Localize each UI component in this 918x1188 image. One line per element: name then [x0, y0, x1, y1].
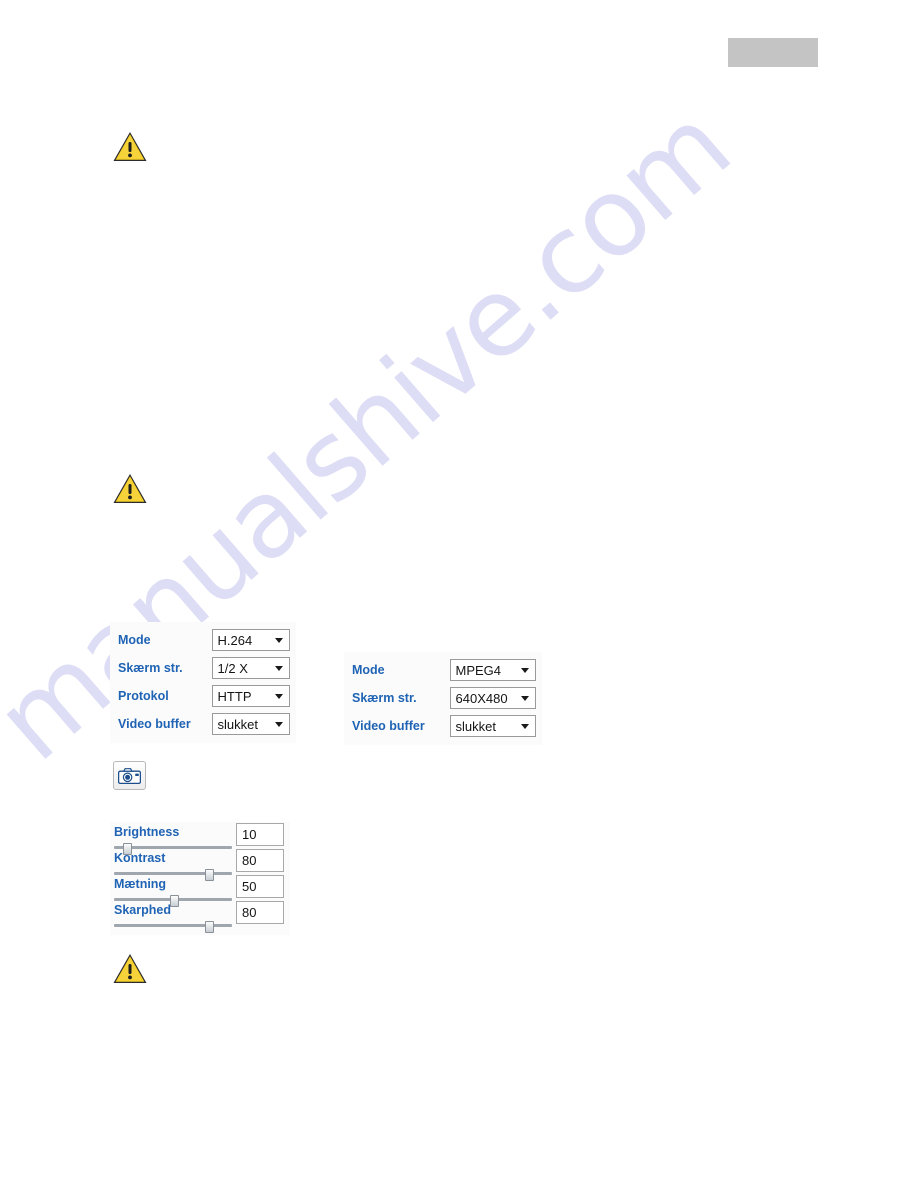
chevron-down-icon [275, 694, 283, 699]
row-label: Mode [352, 663, 385, 677]
settings-row: Mode H.264 [114, 626, 290, 654]
screen-size-select[interactable]: 640X480 [449, 687, 536, 709]
settings-row: Skærm str. 640X480 [348, 684, 536, 712]
contrast-label: Kontrast [114, 851, 166, 865]
chevron-down-icon [275, 666, 283, 671]
video-buffer-select[interactable]: slukket [211, 713, 290, 735]
warning-triangle-icon [112, 130, 148, 163]
mode-select[interactable]: H.264 [211, 629, 290, 651]
adjust-row: Skarphed 80 [110, 901, 290, 933]
chevron-down-icon [521, 724, 529, 729]
select-value: slukket [455, 718, 496, 734]
select-value: 1/2 X [217, 660, 248, 676]
contrast-value[interactable]: 80 [236, 849, 284, 872]
settings-row: Protokol HTTP [114, 682, 290, 710]
slider-thumb[interactable] [205, 921, 215, 933]
protocol-select[interactable]: HTTP [211, 685, 290, 707]
saturation-value[interactable]: 50 [236, 875, 284, 898]
chevron-down-icon [275, 722, 283, 727]
adjust-row: Kontrast 80 [110, 849, 290, 881]
warning-triangle-icon [112, 952, 148, 985]
site-watermark: manualshive.com [0, 0, 918, 1188]
select-value: slukket [217, 716, 259, 732]
sharpness-label: Skarphed [114, 903, 171, 917]
header-placeholder-block [728, 38, 818, 67]
adjust-row: Brightness 10 [110, 823, 290, 855]
settings-row: Skærm str. 1/2 X [114, 654, 290, 682]
select-value: MPEG4 [455, 662, 502, 678]
slider-track [114, 924, 232, 927]
warning-triangle-icon [112, 472, 148, 505]
screen-size-select[interactable]: 1/2 X [211, 657, 290, 679]
select-value: 640X480 [455, 690, 508, 706]
sharpness-slider[interactable] [114, 921, 232, 933]
settings-row: Video buffer slukket [348, 712, 536, 740]
select-value: HTTP [217, 688, 252, 704]
row-label: Skærm str. [118, 661, 183, 675]
mode-select[interactable]: MPEG4 [449, 659, 536, 681]
chevron-down-icon [275, 638, 283, 643]
row-label: Skærm str. [352, 691, 417, 705]
camera-icon [118, 767, 141, 784]
sharpness-value[interactable]: 80 [236, 901, 284, 924]
document-page: Mode H.264 Skærm str. 1/2 X Protokol HTT… [0, 0, 918, 1188]
chevron-down-icon [521, 668, 529, 673]
slider-track [114, 872, 232, 875]
video-buffer-select[interactable]: slukket [449, 715, 536, 737]
video-settings-panel-right: Mode MPEG4 Skærm str. 640X480 Video buff… [344, 652, 542, 745]
row-label: Video buffer [352, 719, 425, 733]
saturation-label: Mætning [114, 877, 167, 891]
brightness-label: Brightness [114, 825, 180, 839]
row-label: Video buffer [118, 717, 191, 731]
snapshot-button[interactable] [113, 761, 146, 790]
adjust-row: Mætning 50 [110, 875, 290, 907]
select-value: H.264 [217, 632, 253, 648]
image-adjust-panel: Brightness 10 Kontrast 80 Mætning 50 Ska… [110, 822, 290, 935]
row-label: Protokol [118, 689, 169, 703]
chevron-down-icon [521, 696, 529, 701]
brightness-value[interactable]: 10 [236, 823, 284, 846]
row-label: Mode [118, 633, 151, 647]
settings-row: Mode MPEG4 [348, 656, 536, 684]
video-settings-panel-left: Mode H.264 Skærm str. 1/2 X Protokol HTT… [110, 622, 296, 743]
settings-row: Video buffer slukket [114, 710, 290, 738]
